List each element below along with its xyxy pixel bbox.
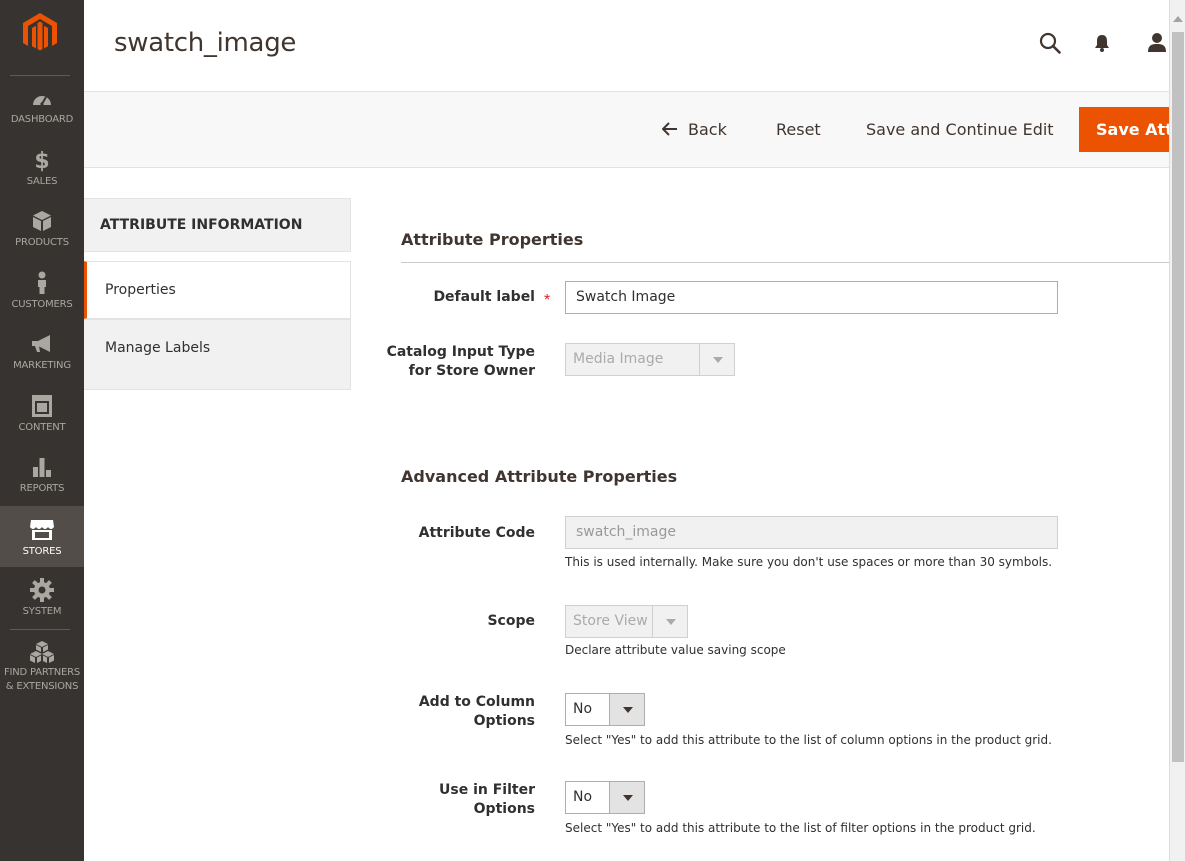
admin-sidebar: DASHBOARD $ SALES PRODUCTS CUSTOMERS MAR… [0,0,84,861]
sidebar-item-marketing[interactable]: MARKETING [0,329,84,390]
dashboard-icon [33,96,51,106]
sidebar-label-line: & EXTENSIONS [5,681,79,692]
default-label-label: Default label [433,289,535,305]
sidebar-label: STORES [22,546,62,557]
bar-chart-icon [33,458,51,477]
save-continue-button[interactable]: Save and Continue Edit [866,120,1054,139]
bell-icon[interactable] [1093,33,1111,53]
select-value: Store View [573,613,648,629]
sidebar-item-customers[interactable]: CUSTOMERS [0,268,84,329]
sidebar-label: SYSTEM [22,606,62,617]
arrow-left-icon [661,122,677,136]
sidebar-divider [10,75,70,76]
use-in-filter-options-note: Select "Yes" to add this attribute to th… [565,821,1036,835]
sidebar-label: DASHBOARD [10,114,74,125]
add-to-column-options-select[interactable]: No [565,693,645,726]
select-value: No [573,789,593,805]
chevron-down-icon [713,357,723,363]
section-divider [401,262,1169,263]
sidebar-item-find-partners[interactable]: FIND PARTNERS & EXTENSIONS [0,637,84,697]
back-label: Back [688,120,727,139]
sidebar-item-stores[interactable]: STORES [0,506,84,567]
page-scrollbar[interactable] [1169,0,1185,861]
sidebar-item-reports[interactable]: REPORTS [0,452,84,513]
select-arrow-box [699,344,734,375]
sidebar-label: PRODUCTS [15,237,69,248]
sidebar-label: MARKETING [13,360,71,371]
select-arrow-box [652,606,687,637]
use-in-filter-options-label: Use in Filter Options [335,781,535,819]
sidebar-item-sales[interactable]: $ SALES [0,145,84,206]
page-title: swatch_image [114,28,297,58]
section-title-advanced-attribute-properties: Advanced Attribute Properties [401,467,678,486]
sidebar-label: CONTENT [18,422,66,433]
add-to-column-options-note: Select "Yes" to add this attribute to th… [565,733,1052,747]
cubes-icon [30,641,54,663]
megaphone-icon [32,335,50,352]
svg-text:$: $ [34,149,49,172]
reset-button[interactable]: Reset [776,120,821,139]
sidebar-label: FIND PARTNERS & EXTENSIONS [0,666,84,694]
search-icon[interactable] [1039,32,1061,54]
select-value: No [573,701,593,717]
label-line: Catalog Input Type [386,344,535,360]
tabs-heading: ATTRIBUTE INFORMATION [84,198,351,252]
sidebar-item-system[interactable]: SYSTEM [0,575,84,636]
scroll-thumb[interactable] [1172,32,1184,762]
scope-note: Declare attribute value saving scope [565,643,786,657]
tab-properties[interactable]: Properties [84,261,351,319]
attribute-code-note: This is used internally. Make sure you d… [565,555,1053,569]
catalog-input-type-select[interactable]: Media Image [565,343,735,376]
select-arrow-box [609,694,644,725]
select-value: Media Image [573,351,664,367]
sidebar-label: SALES [26,176,58,187]
label-line: Options [473,713,535,729]
tab-manage-labels[interactable]: Manage Labels [84,319,351,390]
add-to-column-options-label: Add to Column Options [335,693,535,731]
select-arrow-box [609,782,644,813]
layout-icon [32,395,52,417]
chevron-down-icon [666,619,676,625]
person-icon [38,271,46,294]
section-title-attribute-properties: Attribute Properties [401,230,584,249]
attribute-code-input[interactable]: swatch_image [565,516,1058,549]
scope-select[interactable]: Store View [565,605,688,638]
default-label-input[interactable]: Swatch Image [565,281,1058,314]
catalog-input-type-label: Catalog Input Type for Store Owner [335,343,535,381]
label-line: Use in Filter [439,782,535,798]
label-line: Add to Column [418,694,535,710]
attribute-tabs: ATTRIBUTE INFORMATION Properties Manage … [84,198,351,390]
sidebar-divider [10,629,70,630]
sidebar-label-line: FIND PARTNERS [3,667,81,678]
chevron-down-icon [623,707,633,713]
sidebar-item-products[interactable]: PRODUCTS [0,206,84,267]
box-icon [33,211,51,231]
scroll-up-arrow-icon[interactable] [1173,16,1183,22]
save-attribute-button[interactable]: Save Attribute [1079,107,1169,152]
use-in-filter-options-select[interactable]: No [565,781,645,814]
label-line: for Store Owner [408,363,535,379]
store-icon [30,520,54,540]
scope-label: Scope [487,613,535,629]
label-line: Options [473,801,535,817]
sidebar-item-dashboard[interactable]: DASHBOARD [0,84,84,145]
sidebar-label: REPORTS [19,483,65,494]
dollar-icon: $ [34,149,49,172]
chevron-down-icon [623,795,633,801]
gear-icon [30,578,54,602]
user-account-icon[interactable] [1146,31,1168,53]
sidebar-item-content[interactable]: CONTENT [0,391,84,452]
sidebar-label: CUSTOMERS [11,299,73,310]
magento-logo-icon[interactable] [20,11,60,55]
back-button[interactable]: Back [661,120,727,139]
attribute-code-label: Attribute Code [418,525,535,541]
required-asterisk: * [544,292,551,309]
